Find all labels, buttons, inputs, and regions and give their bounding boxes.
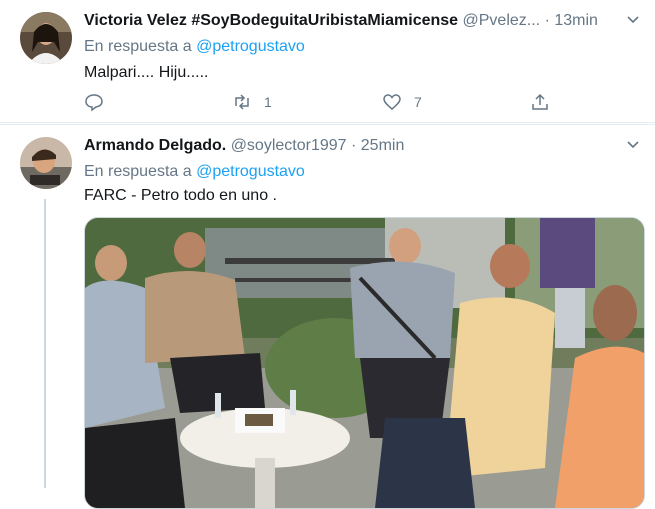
avatar[interactable] <box>20 137 72 189</box>
thread-line <box>44 199 46 488</box>
display-name[interactable]: Victoria Velez #SoyBodeguitaUribistaMiam… <box>84 12 458 29</box>
user-handle[interactable]: @soylector1997 <box>231 137 347 154</box>
tweet-card[interactable]: Armando Delgado. @soylector1997 · 25min … <box>0 124 655 509</box>
tweet-text: FARC - Petro todo en uno . <box>84 187 277 204</box>
tweet-header: Victoria Velez #SoyBodeguitaUribistaMiam… <box>84 12 598 30</box>
user-handle[interactable]: @Pvelez... <box>463 12 541 29</box>
separator-dot: · <box>351 137 357 154</box>
avatar[interactable] <box>20 12 72 64</box>
tweet-header: Armando Delgado. @soylector1997 · 25min <box>84 137 404 155</box>
retweet-button[interactable]: 1 <box>232 92 272 112</box>
reply-prefix: En respuesta a <box>84 38 192 55</box>
tweet-photo[interactable] <box>84 217 645 509</box>
reply-context: En respuesta a @petrogustavo <box>84 38 305 56</box>
tweet-actions: 1 7 <box>84 92 564 114</box>
reply-icon <box>85 94 103 112</box>
like-button[interactable]: 7 <box>382 92 422 112</box>
reply-to-link[interactable]: @petrogustavo <box>196 163 305 180</box>
like-count: 7 <box>414 94 422 110</box>
share-button[interactable] <box>530 92 550 112</box>
timestamp[interactable]: 13min <box>554 12 598 29</box>
reply-button[interactable] <box>84 92 104 112</box>
chevron-down-icon[interactable] <box>625 12 641 28</box>
timestamp[interactable]: 25min <box>361 137 405 154</box>
chevron-down-icon[interactable] <box>625 137 641 153</box>
share-icon <box>532 93 548 110</box>
tweet-text: Malpari.... Hiju..... <box>84 64 209 81</box>
retweet-icon <box>235 94 249 110</box>
reply-to-link[interactable]: @petrogustavo <box>196 38 305 55</box>
reply-prefix: En respuesta a <box>84 163 192 180</box>
tweet-card[interactable]: Victoria Velez #SoyBodeguitaUribistaMiam… <box>0 0 655 123</box>
separator-dot: · <box>544 12 550 29</box>
like-icon <box>383 94 401 110</box>
retweet-count: 1 <box>264 94 272 110</box>
reply-context: En respuesta a @petrogustavo <box>84 163 305 181</box>
display-name[interactable]: Armando Delgado. <box>84 137 226 154</box>
